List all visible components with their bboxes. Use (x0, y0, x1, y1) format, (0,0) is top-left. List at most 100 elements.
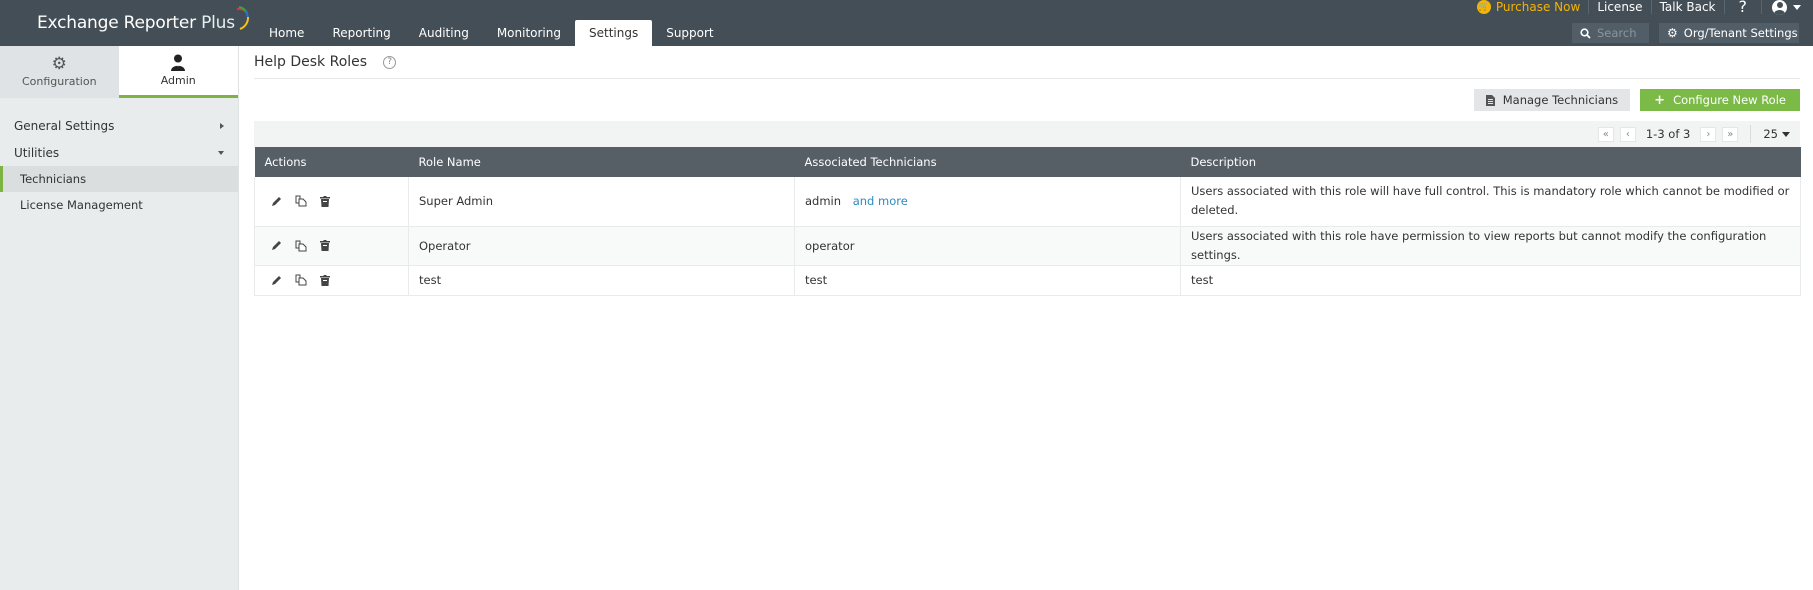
license-link[interactable]: License (1589, 0, 1652, 14)
chevron-down-icon (1793, 4, 1801, 10)
nav-tab-auditing[interactable]: Auditing (405, 20, 483, 46)
delete-icon[interactable] (320, 240, 330, 251)
sidebar-group-utilities[interactable]: Utilities (0, 139, 238, 166)
search-input[interactable] (1597, 26, 1642, 40)
sidebar-tab-admin-label: Admin (160, 74, 196, 87)
gear-icon: ⚙ (51, 54, 67, 74)
help-icon[interactable]: ? (1725, 0, 1762, 15)
talk-back-link[interactable]: Talk Back (1652, 0, 1725, 14)
app-title: Exchange Reporter (37, 13, 196, 33)
gear-icon: ⚙ (1667, 26, 1678, 40)
associated-technicians-cell: admin and more (794, 177, 1181, 227)
edit-icon[interactable] (271, 240, 282, 251)
user-avatar-icon (1772, 0, 1787, 15)
nav-tab-settings[interactable]: Settings (574, 20, 653, 46)
app-title-plus: Plus (201, 13, 235, 33)
table-row: Operator operator Users associated with … (254, 226, 1801, 266)
table-header-row: Actions Role Name Associated Technicians… (254, 147, 1801, 177)
page-range: 1-3 of 3 (1645, 127, 1691, 141)
delete-icon[interactable] (320, 274, 330, 286)
pager-divider (1750, 125, 1752, 143)
sidebar-group-label: Utilities (14, 145, 60, 160)
page-size-value: 25 (1763, 127, 1778, 141)
cart-icon: 🛒 (1476, 0, 1491, 14)
sidebar-tabs: ⚙ Configuration Admin (0, 46, 238, 98)
user-icon (171, 54, 186, 71)
edit-icon[interactable] (271, 196, 282, 207)
action-buttons: Manage Technicians + Configure New Role (254, 79, 1800, 121)
description-cell: Users associated with this role will hav… (1180, 177, 1801, 227)
description-cell: Users associated with this role have per… (1180, 226, 1801, 266)
actions-cell (254, 226, 409, 266)
sidebar: ⚙ Configuration Admin General Settings U… (0, 46, 239, 590)
user-menu[interactable] (1762, 0, 1801, 15)
sidebar-tab-configuration-label: Configuration (21, 75, 97, 88)
sidebar-tab-admin[interactable]: Admin (118, 46, 238, 98)
chevron-down-icon (1782, 131, 1790, 137)
manage-technicians-button[interactable]: Manage Technicians (1473, 89, 1631, 111)
org-tenant-settings-label: Org/Tenant Settings (1683, 26, 1798, 40)
technician-name: admin (805, 194, 842, 209)
associated-technicians-cell: test (794, 265, 1181, 296)
associated-technicians-cell: operator (794, 226, 1181, 266)
table-row: Super Admin admin and more Users associa… (254, 177, 1801, 227)
configure-new-role-button[interactable]: + Configure New Role (1640, 89, 1800, 111)
technician-name: test (805, 273, 828, 287)
table-row: test test test (254, 265, 1801, 296)
and-more-link[interactable]: and more (853, 194, 908, 208)
page-size-select[interactable]: 25 (1763, 127, 1790, 141)
org-tenant-settings-button[interactable]: ⚙ Org/Tenant Settings (1659, 23, 1799, 43)
actions-cell (254, 265, 409, 296)
first-page-icon[interactable]: « (1597, 126, 1614, 142)
sidebar-tab-configuration[interactable]: ⚙ Configuration (0, 46, 119, 98)
document-icon (1485, 94, 1495, 106)
nav-tab-support[interactable]: Support (652, 20, 727, 46)
page-title: Help Desk Roles (254, 54, 368, 70)
sidebar-item-license-management[interactable]: License Management (0, 192, 238, 218)
search-icon (1580, 27, 1591, 39)
configure-new-role-label: Configure New Role (1673, 93, 1786, 107)
sidebar-menu: General Settings Utilities Technicians L… (0, 98, 238, 218)
search-box[interactable] (1572, 23, 1649, 43)
app-logo[interactable]: Exchange Reporter Plus (37, 6, 250, 33)
delete-icon[interactable] (320, 195, 330, 207)
nav-tab-monitoring[interactable]: Monitoring (483, 20, 575, 46)
nav-tab-reporting[interactable]: Reporting (318, 20, 404, 46)
page-header: Help Desk Roles ? (254, 46, 1800, 79)
chevron-right-icon (220, 122, 224, 129)
role-name-cell: Operator (408, 226, 795, 266)
sidebar-group-label: General Settings (14, 118, 115, 133)
column-header-actions: Actions (264, 155, 307, 169)
top-right-links: 🛒 Purchase Now License Talk Back ? (1469, 0, 1801, 15)
copy-icon[interactable] (295, 274, 307, 286)
copy-icon[interactable] (295, 240, 307, 252)
description-cell: test (1180, 265, 1801, 296)
technician-name: operator (805, 238, 855, 253)
help-icon[interactable]: ? (383, 55, 397, 69)
copy-icon[interactable] (295, 195, 307, 207)
main-nav: Home Reporting Auditing Monitoring Setti… (255, 20, 728, 46)
plus-icon: + (1654, 92, 1666, 108)
chevron-down-icon (218, 150, 224, 155)
column-header-description[interactable]: Description (1181, 147, 1801, 177)
next-page-icon[interactable]: › (1700, 126, 1717, 142)
last-page-icon[interactable]: » (1722, 126, 1739, 142)
nav-tab-home[interactable]: Home (255, 20, 318, 46)
actions-cell (254, 177, 409, 227)
manage-technicians-label: Manage Technicians (1502, 93, 1619, 107)
sidebar-group-general-settings[interactable]: General Settings (0, 112, 238, 139)
role-name-cell: Super Admin (408, 177, 795, 227)
pagination-bar: « ‹ 1-3 of 3 › » 25 (254, 121, 1800, 147)
top-bar: Exchange Reporter Plus Home Reporting Au… (0, 0, 1813, 46)
prev-page-icon[interactable]: ‹ (1619, 126, 1636, 142)
main-content: Help Desk Roles ? Manage Technicians + C… (254, 46, 1801, 296)
column-header-associated-technicians[interactable]: Associated Technicians (795, 147, 1181, 177)
purchase-now-label: Purchase Now (1495, 0, 1581, 14)
edit-icon[interactable] (271, 275, 282, 286)
column-header-role-name[interactable]: Role Name (409, 147, 795, 177)
sidebar-item-technicians[interactable]: Technicians (0, 166, 238, 192)
roles-table: Actions Role Name Associated Technicians… (254, 147, 1801, 296)
purchase-now-link[interactable]: 🛒 Purchase Now (1469, 0, 1590, 14)
logo-arc-icon (236, 6, 249, 30)
role-name-cell: test (408, 265, 795, 296)
